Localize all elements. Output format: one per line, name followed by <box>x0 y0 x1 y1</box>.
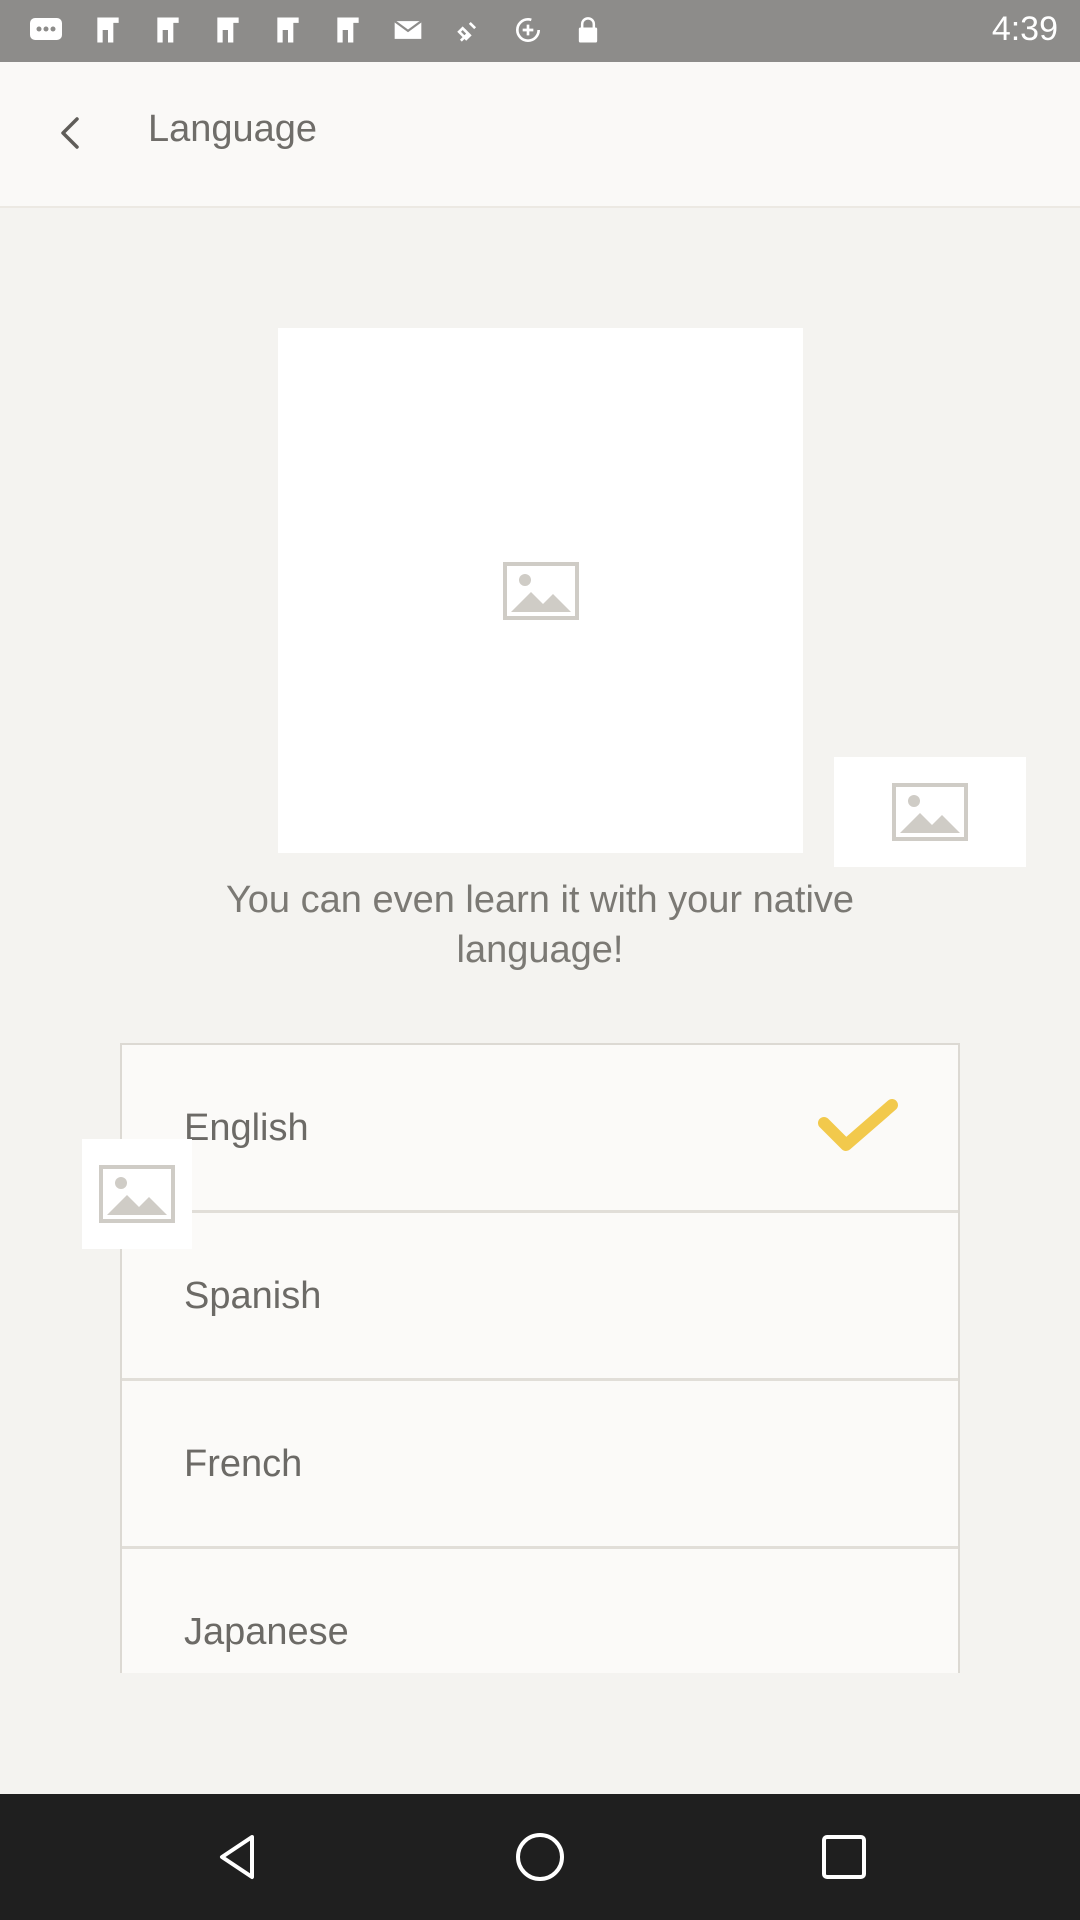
image-placeholder-icon <box>892 783 968 841</box>
game-icon <box>270 12 306 48</box>
language-label: French <box>184 1443 303 1485</box>
fake-gps-icon <box>450 12 486 48</box>
recents-square-icon <box>822 1835 866 1879</box>
email-icon <box>390 12 426 48</box>
game-icon <box>210 12 246 48</box>
chevron-left-icon <box>61 117 79 149</box>
game-icon <box>330 12 366 48</box>
status-time: 4:39 <box>991 10 1058 48</box>
nav-recents-button[interactable] <box>811 1824 877 1890</box>
illustration-image <box>278 328 803 853</box>
language-label: Spanish <box>184 1275 322 1317</box>
language-item-english[interactable]: English <box>122 1045 958 1213</box>
game-icon <box>150 12 186 48</box>
nav-home-button[interactable] <box>507 1824 573 1890</box>
nav-back-button[interactable] <box>205 1824 271 1890</box>
decorative-image <box>82 1139 192 1249</box>
language-label: English <box>184 1107 309 1149</box>
back-button[interactable] <box>36 98 106 168</box>
language-label: Japanese <box>184 1611 349 1653</box>
language-item-french[interactable]: French <box>122 1381 958 1549</box>
language-item-japanese[interactable]: Japanese <box>122 1549 958 1673</box>
chat-bubble-icon <box>28 12 64 48</box>
decorative-image <box>834 757 1026 867</box>
page-title: Language <box>148 108 318 150</box>
checkmark-icon <box>818 1099 898 1151</box>
game-icon <box>90 12 126 48</box>
image-placeholder-icon <box>99 1165 175 1223</box>
image-placeholder-icon <box>502 561 579 620</box>
lock-icon <box>570 12 606 48</box>
app-bar: Language <box>0 62 1080 208</box>
language-list: English Spanish French Japanese <box>120 1043 960 1673</box>
status-bar: 4:39 <box>0 0 1080 62</box>
home-circle-icon <box>516 1833 564 1881</box>
tagline-text: You can even learn it with your native l… <box>225 879 855 971</box>
back-triangle-icon <box>220 1835 254 1879</box>
data-saver-icon <box>510 12 546 48</box>
navigation-bar <box>0 1794 1080 1920</box>
language-item-spanish[interactable]: Spanish <box>122 1213 958 1381</box>
